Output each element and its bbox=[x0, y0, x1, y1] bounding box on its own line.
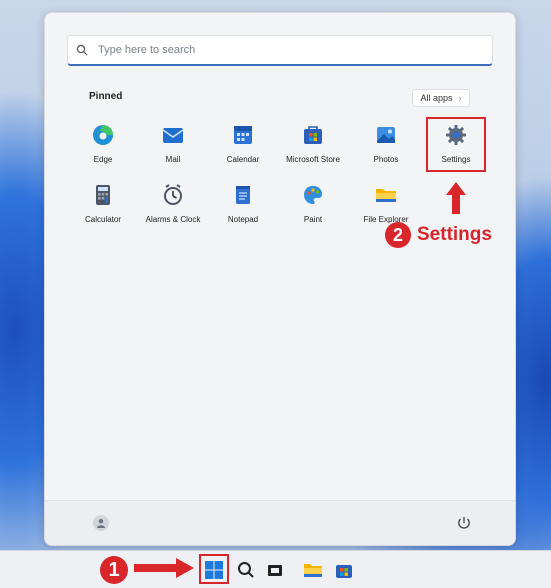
app-label: Microsoft Store bbox=[286, 155, 340, 164]
app-label: Alarms & Clock bbox=[145, 215, 201, 224]
app-label: Notepad bbox=[227, 215, 259, 224]
step-1-callout: 1 bbox=[100, 556, 194, 584]
task-view-icon[interactable] bbox=[265, 560, 285, 580]
start-menu: Pinned All apps › Edge Mail bbox=[44, 12, 516, 546]
app-alarms-clock[interactable]: Alarms & Clock bbox=[137, 183, 209, 239]
power-icon[interactable] bbox=[455, 514, 473, 532]
edge-icon bbox=[91, 123, 115, 147]
settings-highlight-box bbox=[426, 117, 486, 172]
step-2-badge: 2 bbox=[385, 222, 411, 248]
arrow-up-icon bbox=[446, 182, 466, 219]
search-icon bbox=[68, 44, 96, 56]
paint-icon bbox=[301, 183, 325, 207]
search-box[interactable] bbox=[67, 35, 493, 66]
start-menu-footer bbox=[45, 500, 515, 545]
all-apps-label: All apps bbox=[420, 93, 453, 103]
app-notepad[interactable]: Notepad bbox=[207, 183, 279, 239]
clock-icon bbox=[161, 183, 185, 207]
app-calendar[interactable]: Calendar bbox=[207, 123, 279, 179]
calculator-icon bbox=[91, 183, 115, 207]
app-label: Calendar bbox=[226, 155, 260, 164]
user-avatar-icon[interactable] bbox=[93, 515, 109, 531]
start-button-highlight-box bbox=[199, 554, 229, 584]
search-icon[interactable] bbox=[236, 560, 256, 580]
folder-icon bbox=[374, 183, 398, 207]
step-2-callout: 2 Settings bbox=[385, 222, 492, 248]
app-paint[interactable]: Paint bbox=[277, 183, 349, 239]
photos-icon bbox=[374, 123, 398, 147]
app-photos[interactable]: Photos bbox=[350, 123, 422, 179]
notepad-icon bbox=[231, 183, 255, 207]
pinned-title: Pinned bbox=[89, 91, 123, 102]
mail-icon bbox=[161, 123, 185, 147]
app-label: Paint bbox=[303, 215, 323, 224]
chevron-right-icon: › bbox=[458, 93, 462, 103]
app-label: Mail bbox=[165, 155, 181, 164]
app-calculator[interactable]: Calculator bbox=[67, 183, 139, 239]
step-2-label: Settings bbox=[417, 224, 492, 245]
search-input[interactable] bbox=[96, 43, 492, 57]
app-label: Edge bbox=[93, 155, 113, 164]
file-explorer-icon[interactable] bbox=[303, 560, 323, 580]
app-microsoft-store[interactable]: Microsoft Store bbox=[277, 123, 349, 179]
step-1-badge: 1 bbox=[100, 556, 128, 584]
app-label: Calculator bbox=[84, 215, 121, 224]
all-apps-button[interactable]: All apps › bbox=[412, 89, 470, 107]
app-mail[interactable]: Mail bbox=[137, 123, 209, 179]
taskbar bbox=[0, 550, 551, 588]
store-icon[interactable] bbox=[334, 560, 354, 580]
store-icon bbox=[301, 123, 325, 147]
arrow-right-icon bbox=[134, 557, 194, 583]
app-label: Photos bbox=[373, 155, 399, 164]
calendar-icon bbox=[231, 123, 255, 147]
app-edge[interactable]: Edge bbox=[67, 123, 139, 179]
